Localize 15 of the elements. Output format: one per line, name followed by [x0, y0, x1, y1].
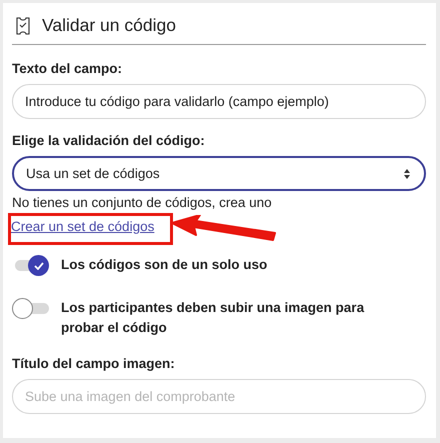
field-label: Título del campo imagen: [12, 356, 176, 371]
text-input[interactable]: Introduce tu código para validarlo (campo ejemplo) [12, 84, 426, 119]
toggle-label: Los participantes deben subir una imagen para probar el código [61, 299, 366, 337]
field-label: Texto del campo: [12, 61, 124, 76]
section-title: Validar un código [42, 15, 176, 36]
validation-select[interactable]: Usa un set de códigos [12, 156, 426, 191]
ticket-icon [16, 16, 30, 34]
toggle-label: Los códigos son de un solo uso [61, 256, 268, 274]
toggle-switch[interactable] [12, 298, 49, 319]
sort-arrows-icon [404, 168, 410, 178]
text-input[interactable]: Sube una imagen del comprobante [12, 379, 426, 414]
create-set-link[interactable]: Crear un set de códigos [11, 219, 154, 234]
check-icon [34, 262, 44, 270]
helper-text: No tienes un conjunto de códigos, crea uno [12, 195, 273, 210]
field-label: Elige la validación del código: [12, 133, 206, 148]
